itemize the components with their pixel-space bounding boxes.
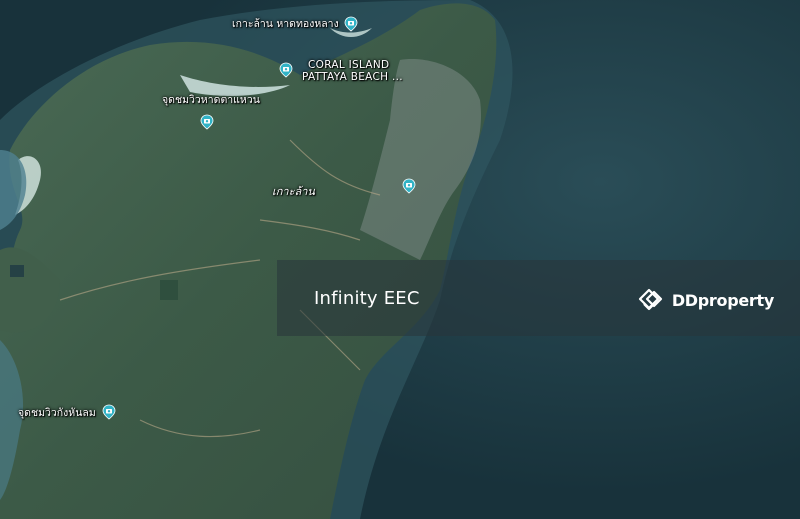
place-camera-pin-icon[interactable] [199, 114, 215, 130]
place-label-ta-waen-viewpoint: จุดชมวิวหาดตาแหวน [162, 94, 260, 106]
place-label-coral-island-line1: CORAL ISLAND [308, 59, 390, 71]
place-camera-pin-icon[interactable] [343, 16, 359, 32]
satellite-map[interactable]: เกาะล้าน หาดทองหลาง CORAL ISLAND PATTAYA… [0, 0, 800, 519]
place-camera-pin-icon[interactable] [278, 62, 294, 78]
place-label-koh-larn-thong-lang: เกาะล้าน หาดทองหลาง [232, 18, 339, 30]
place-label-windmill-viewpoint: จุดชมวิวกังหันลม [18, 407, 96, 419]
place-camera-pin-icon[interactable] [101, 404, 117, 420]
project-title: Infinity EEC [314, 288, 420, 309]
island-label: เกาะล้าน [272, 185, 315, 198]
place-camera-pin-icon[interactable] [401, 178, 417, 194]
ddproperty-logo-icon [636, 282, 668, 318]
title-banner: Infinity EEC DDproperty [277, 260, 800, 336]
place-label-coral-island-line2: PATTAYA BEACH ... [302, 71, 403, 83]
brand-watermark: DDproperty [636, 282, 774, 318]
brand-name: DDproperty [671, 290, 774, 310]
